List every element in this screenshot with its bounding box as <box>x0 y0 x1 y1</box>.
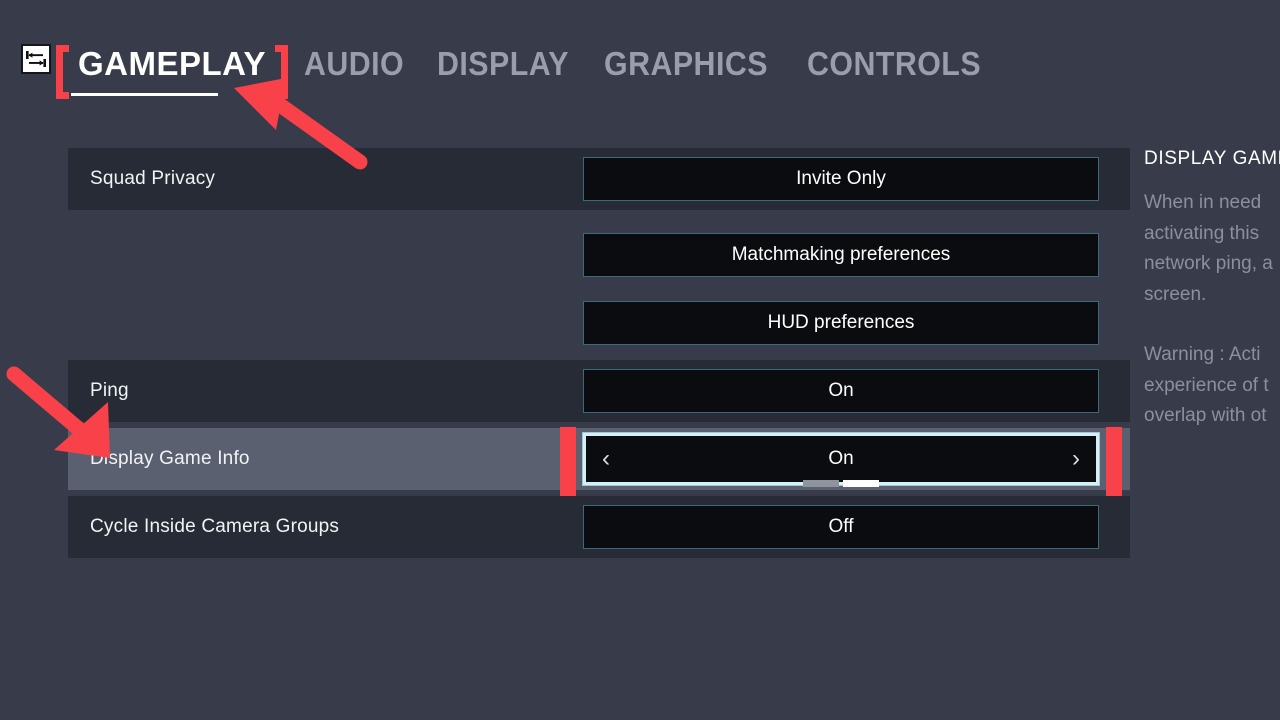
setting-row-cycle-inside-camera-groups[interactable]: Cycle Inside Camera Groups Off <box>68 496 1130 558</box>
setting-value-text: On <box>828 380 854 401</box>
info-panel-title: DISPLAY GAME <box>1144 148 1280 169</box>
setting-value-ping[interactable]: On <box>583 369 1099 413</box>
segment-option-1 <box>803 480 839 487</box>
row-divider <box>68 210 1130 224</box>
setting-row-squad-privacy[interactable]: Squad Privacy Invite Only <box>68 148 1130 210</box>
info-panel: DISPLAY GAME When in need activating thi… <box>1144 148 1280 432</box>
settings-sliders-icon <box>21 44 51 74</box>
tab-list: GAMEPLAY AUDIO DISPLAY GRAPHICS CONTROLS <box>56 36 1020 99</box>
selection-bracket-right <box>1106 427 1122 497</box>
tab-audio[interactable]: AUDIO <box>304 44 404 84</box>
setting-row-matchmaking-preferences[interactable]: Matchmaking preferences <box>68 224 1130 286</box>
setting-label: Display Game Info <box>90 448 250 469</box>
bracket-left-marker <box>56 45 69 99</box>
setting-value-text: On <box>828 448 854 469</box>
setting-row-hud-preferences[interactable]: HUD preferences <box>68 292 1130 354</box>
settings-list: Squad Privacy Invite Only Matchmaking pr… <box>68 148 1130 558</box>
info-panel-description: When in need activating this network pin… <box>1144 192 1273 305</box>
setting-value-text: Invite Only <box>796 168 886 189</box>
setting-value-matchmaking-preferences[interactable]: Matchmaking preferences <box>583 233 1099 277</box>
active-tab-underline <box>71 93 218 96</box>
option-segment-indicator <box>803 480 879 487</box>
segment-option-2 <box>843 480 879 487</box>
tab-controls[interactable]: CONTROLS <box>807 44 981 84</box>
settings-tab-bar: GAMEPLAY AUDIO DISPLAY GRAPHICS CONTROLS <box>0 0 1280 108</box>
setting-label: Squad Privacy <box>90 168 216 189</box>
setting-label: Ping <box>90 380 129 401</box>
chevron-right-icon[interactable]: › <box>1072 447 1080 471</box>
tab-graphics[interactable]: GRAPHICS <box>604 44 768 84</box>
chevron-left-icon[interactable]: ‹ <box>602 447 610 471</box>
setting-value-text: Matchmaking preferences <box>731 244 951 265</box>
tab-gameplay[interactable]: GAMEPLAY <box>56 44 288 99</box>
game-settings-screen: GAMEPLAY AUDIO DISPLAY GRAPHICS CONTROLS… <box>0 0 1280 720</box>
setting-value-squad-privacy[interactable]: Invite Only <box>583 157 1099 201</box>
setting-label: Cycle Inside Camera Groups <box>90 516 340 537</box>
selection-bracket-left <box>560 427 576 497</box>
tab-display[interactable]: DISPLAY <box>437 44 569 84</box>
bracket-right-marker <box>274 45 288 99</box>
setting-value-display-game-info[interactable]: ‹ On › <box>560 427 1122 497</box>
setting-row-display-game-info[interactable]: Display Game Info ‹ On › <box>68 427 1130 497</box>
setting-row-ping[interactable]: Ping On <box>68 360 1130 422</box>
setting-value-cycle-inside-camera-groups[interactable]: Off <box>583 505 1099 549</box>
setting-value-text: Off <box>828 516 854 537</box>
setting-value-hud-preferences[interactable]: HUD preferences <box>583 301 1099 345</box>
setting-value-text: HUD preferences <box>767 312 915 333</box>
info-panel-warning: Warning : Acti experience of t overlap w… <box>1144 344 1269 426</box>
tab-gameplay-label: GAMEPLAY <box>78 45 266 82</box>
